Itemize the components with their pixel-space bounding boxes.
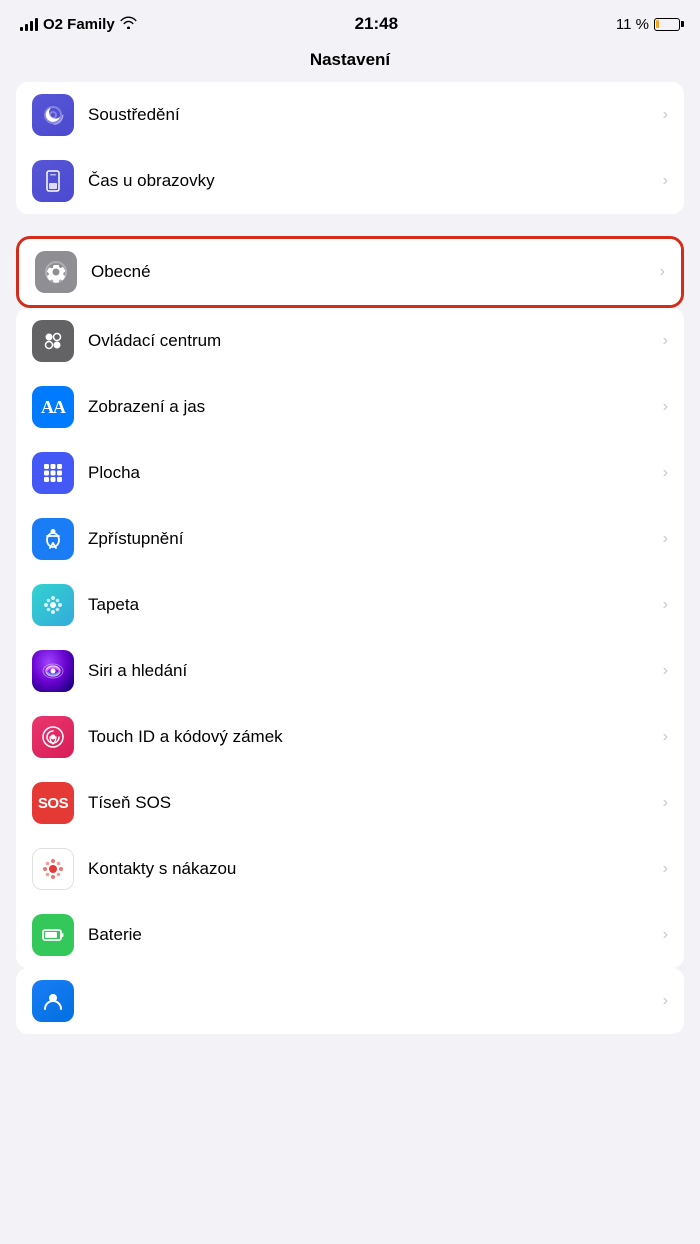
tisen-sos-label: Tíseň SOS xyxy=(88,793,663,813)
group2-container: Obecné › Ovládací centrum › AA Zobrazení… xyxy=(16,236,684,968)
touch-id-icon xyxy=(32,716,74,758)
zpristupneni-chevron: › xyxy=(663,530,668,548)
tisen-sos-icon: SOS xyxy=(32,782,74,824)
zobrazeni-a-jas-label: Zobrazení a jas xyxy=(88,397,663,417)
soustredeni-chevron: › xyxy=(663,106,668,124)
wifi-icon xyxy=(120,16,137,32)
sidebar-item-zpristupneni[interactable]: Zpřístupnění › xyxy=(16,506,684,572)
baterie-label: Baterie xyxy=(88,925,663,945)
sidebar-item-siri[interactable]: Siri a hledání › xyxy=(16,638,684,704)
partial-label: ... xyxy=(88,991,663,1011)
sidebar-item-zobrazeni-a-jas[interactable]: AA Zobrazení a jas › xyxy=(16,374,684,440)
siri-icon xyxy=(32,650,74,692)
kontakty-s-nakazou-icon xyxy=(32,848,74,890)
kontakty-s-nakazou-label: Kontakty s nákazou xyxy=(88,859,663,879)
sidebar-item-tisen-sos[interactable]: SOS Tíseň SOS › xyxy=(16,770,684,836)
zobrazeni-a-jas-chevron: › xyxy=(663,398,668,416)
sidebar-item-obecne[interactable]: Obecné › xyxy=(19,239,681,305)
sidebar-item-partial[interactable]: ... › xyxy=(16,968,684,1034)
baterie-chevron: › xyxy=(663,926,668,944)
sidebar-item-kontakty-s-nakazou[interactable]: Kontakty s nákazou › xyxy=(16,836,684,902)
partial-chevron: › xyxy=(663,992,668,1010)
zpristupneni-icon xyxy=(32,518,74,560)
tapeta-icon xyxy=(32,584,74,626)
ovladaci-centrum-label: Ovládací centrum xyxy=(88,331,663,351)
partial-icon xyxy=(32,980,74,1022)
siri-label: Siri a hledání xyxy=(88,661,663,681)
soustredeni-label: Soustředění xyxy=(88,105,663,125)
sidebar-item-ovladaci-centrum[interactable]: Ovládací centrum › xyxy=(16,308,684,374)
obecne-chevron: › xyxy=(660,263,665,281)
sidebar-item-tapeta[interactable]: Tapeta › xyxy=(16,572,684,638)
page-title: Nastavení xyxy=(0,42,700,82)
obecne-label: Obecné xyxy=(91,262,660,282)
cas-u-obrazovky-label: Čas u obrazovky xyxy=(88,171,663,191)
zobrazeni-a-jas-icon: AA xyxy=(32,386,74,428)
settings-group-3-partial: ... › xyxy=(16,968,684,1034)
siri-chevron: › xyxy=(663,662,668,680)
touch-id-label: Touch ID a kódový zámek xyxy=(88,727,663,747)
kontakty-s-nakazou-chevron: › xyxy=(663,860,668,878)
status-time: 21:48 xyxy=(355,14,398,34)
signal-bars-icon xyxy=(20,17,38,31)
battery-icon xyxy=(654,18,680,31)
tapeta-label: Tapeta xyxy=(88,595,663,615)
tisen-sos-chevron: › xyxy=(663,794,668,812)
ovladaci-centrum-icon xyxy=(32,320,74,362)
cas-u-obrazovky-icon xyxy=(32,160,74,202)
sidebar-item-cas-u-obrazovky[interactable]: Čas u obrazovky › xyxy=(16,148,684,214)
sidebar-item-baterie[interactable]: Baterie › xyxy=(16,902,684,968)
obecne-icon xyxy=(35,251,77,293)
ovladaci-centrum-chevron: › xyxy=(663,332,668,350)
sidebar-item-plocha[interactable]: Plocha › xyxy=(16,440,684,506)
plocha-icon xyxy=(32,452,74,494)
sidebar-item-soustredeni[interactable]: Soustředění › xyxy=(16,82,684,148)
status-left: O2 Family xyxy=(20,16,137,33)
cas-u-obrazovky-chevron: › xyxy=(663,172,668,190)
settings-group-2-rest: Ovládací centrum › AA Zobrazení a jas › xyxy=(16,308,684,968)
obecne-highlight: Obecné › xyxy=(16,236,684,308)
touch-id-chevron: › xyxy=(663,728,668,746)
baterie-icon xyxy=(32,914,74,956)
status-right: 11 % xyxy=(616,16,680,33)
plocha-label: Plocha xyxy=(88,463,663,483)
carrier-label: O2 Family xyxy=(43,16,115,33)
sidebar-item-touch-id[interactable]: Touch ID a kódový zámek › xyxy=(16,704,684,770)
zpristupneni-label: Zpřístupnění xyxy=(88,529,663,549)
plocha-chevron: › xyxy=(663,464,668,482)
settings-group-1: Soustředění › Čas u obrazovky › xyxy=(16,82,684,214)
soustredeni-icon xyxy=(32,94,74,136)
battery-percent: 11 % xyxy=(616,16,649,33)
status-bar: O2 Family 21:48 11 % xyxy=(0,0,700,42)
tapeta-chevron: › xyxy=(663,596,668,614)
